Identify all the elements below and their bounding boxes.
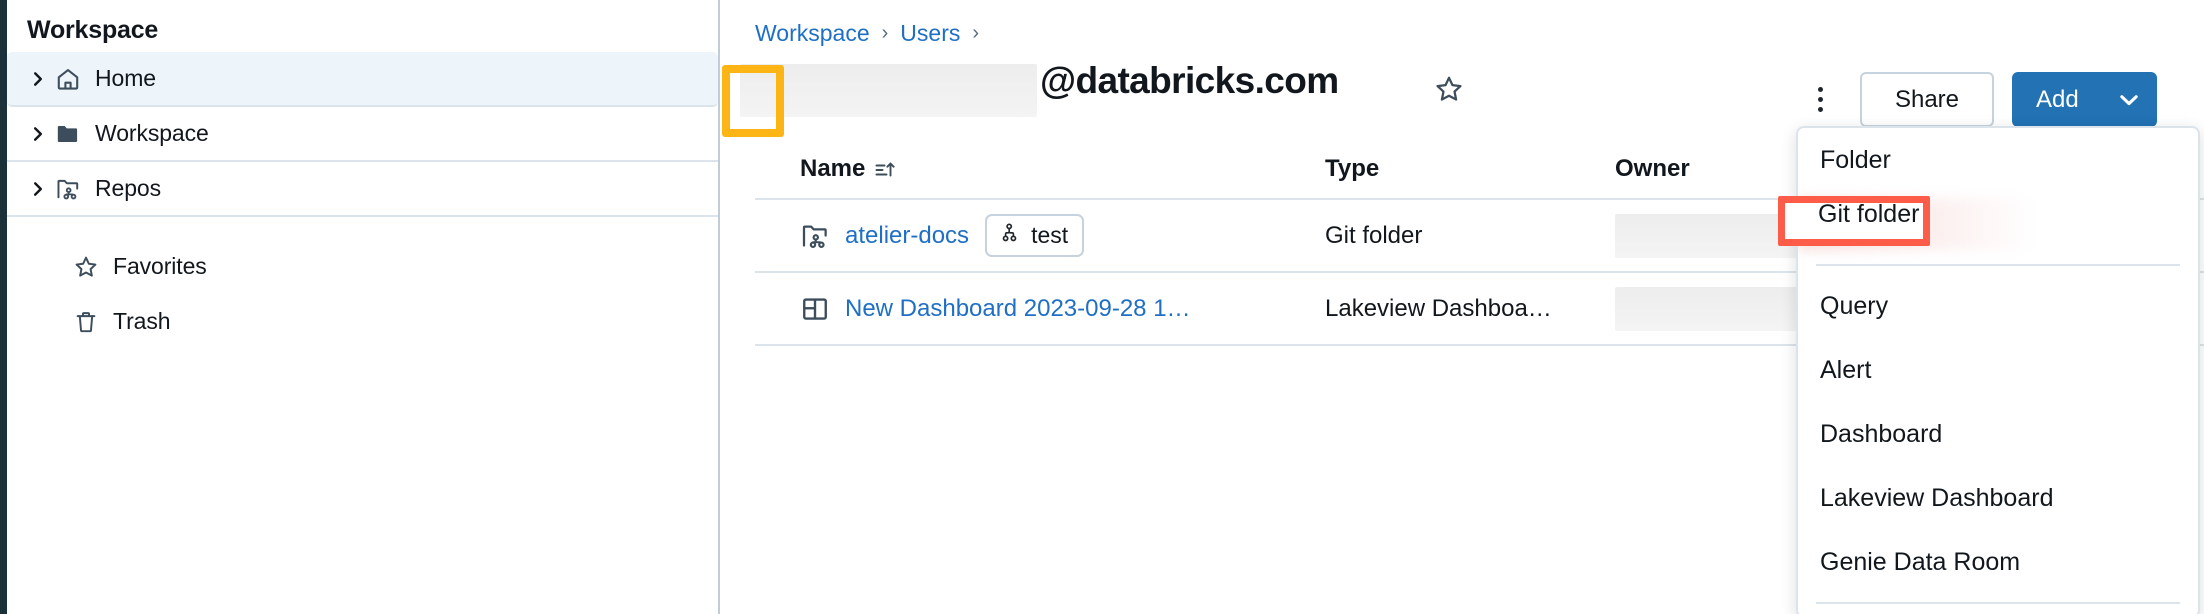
menu-item-label: Genie Data Room: [1820, 547, 2021, 576]
cell-name: New Dashboard 2023-09-28 1…: [755, 294, 1325, 324]
sidebar-item-label: Repos: [95, 175, 161, 201]
sidebar-item-repos[interactable]: Repos: [7, 162, 718, 217]
chevron-right-icon: ›: [881, 22, 889, 44]
breadcrumb-item-users[interactable]: Users: [900, 20, 960, 47]
row-name-link[interactable]: New Dashboard 2023-09-28 1…: [845, 295, 1191, 323]
sidebar-item-label: Trash: [113, 308, 171, 334]
menu-item-genie-data-room[interactable]: Genie Data Room: [1798, 530, 2198, 594]
git-branch-badge-label: test: [1031, 222, 1069, 248]
breadcrumb-item-workspace[interactable]: Workspace: [755, 20, 870, 47]
left-navigation-rail: [0, 0, 7, 614]
menu-item-label: Alert: [1820, 355, 1872, 384]
add-chevron-down-icon[interactable]: [2101, 72, 2157, 127]
repo-folder-icon: [55, 176, 81, 202]
redacted-username: [740, 64, 1037, 117]
cell-type-label: Git folder: [1325, 221, 1423, 249]
sidebar-item-label: Home: [95, 65, 156, 91]
star-icon: [73, 254, 99, 280]
column-header-type[interactable]: Type: [1325, 155, 1615, 183]
column-header-name[interactable]: Name: [755, 155, 1325, 183]
menu-item-label: Lakeview Dashboard: [1820, 483, 2054, 512]
sidebar-item-home[interactable]: Home: [7, 52, 718, 107]
menu-item-lakeview-dashboard[interactable]: Lakeview Dashboard: [1798, 466, 2198, 530]
git-branch-icon: [997, 221, 1021, 251]
menu-item-dashboard[interactable]: Dashboard: [1798, 402, 2198, 466]
add-button-group[interactable]: Add: [2012, 72, 2157, 127]
app-root: Workspace Home Workspace Repos Favorites…: [0, 0, 2204, 614]
git-branch-badge[interactable]: test: [985, 214, 1085, 257]
folder-icon: [55, 121, 81, 147]
sidebar-title: Workspace: [27, 16, 159, 44]
cell-name: atelier-docs test: [755, 214, 1325, 257]
column-header-name-label: Name: [800, 155, 866, 182]
cell-type-label: Lakeview Dashboa…: [1325, 294, 1552, 322]
chevron-right-icon[interactable]: [29, 125, 55, 143]
repo-folder-icon: [800, 221, 830, 251]
menu-item-label: Folder: [1820, 145, 1891, 174]
cell-type: Git folder: [1325, 222, 1615, 250]
menu-divider: [1816, 602, 2180, 604]
sidebar-item-favorites[interactable]: Favorites: [7, 239, 718, 294]
menu-item-label: Query: [1820, 291, 1889, 320]
git-folder-highlight-label: Git folder: [1818, 200, 1920, 228]
sidebar-item-label: Favorites: [113, 253, 207, 279]
dashboard-icon: [800, 294, 830, 324]
menu-item-label: Dashboard: [1820, 419, 1943, 448]
sort-ascending-icon[interactable]: [873, 157, 897, 181]
breadcrumb: Workspace › Users ›: [755, 20, 979, 47]
page-header-row: @databricks.com Share Add: [722, 50, 2204, 137]
chevron-right-icon: ›: [972, 22, 980, 44]
menu-divider: [1816, 264, 2180, 266]
trash-icon: [73, 309, 99, 335]
chevron-right-icon[interactable]: [29, 180, 55, 198]
row-name-link[interactable]: atelier-docs: [845, 222, 969, 250]
home-icon: [55, 66, 81, 92]
sidebar-nav-list: Home Workspace Repos Favorites Trash: [7, 52, 718, 349]
menu-item-alert[interactable]: Alert: [1798, 338, 2198, 402]
chevron-right-icon[interactable]: [29, 70, 55, 88]
menu-item-query[interactable]: Query: [1798, 274, 2198, 338]
menu-item-folder[interactable]: Folder: [1798, 128, 2198, 192]
add-button[interactable]: Add: [2012, 72, 2101, 127]
favorite-star-icon[interactable]: [1432, 72, 1466, 106]
page-title: @databricks.com: [1040, 60, 1339, 101]
share-button[interactable]: Share: [1860, 72, 1994, 127]
sidebar-item-trash[interactable]: Trash: [7, 294, 718, 349]
cell-type: Lakeview Dashboa…: [1325, 295, 1615, 323]
redacted-owner: [1615, 286, 1815, 331]
sidebar-item-workspace[interactable]: Workspace: [7, 107, 718, 162]
sidebar-item-label: Workspace: [95, 120, 209, 146]
workspace-sidebar: Workspace Home Workspace Repos Favorites…: [7, 0, 720, 614]
more-options-kebab-icon[interactable]: [1802, 78, 1838, 120]
